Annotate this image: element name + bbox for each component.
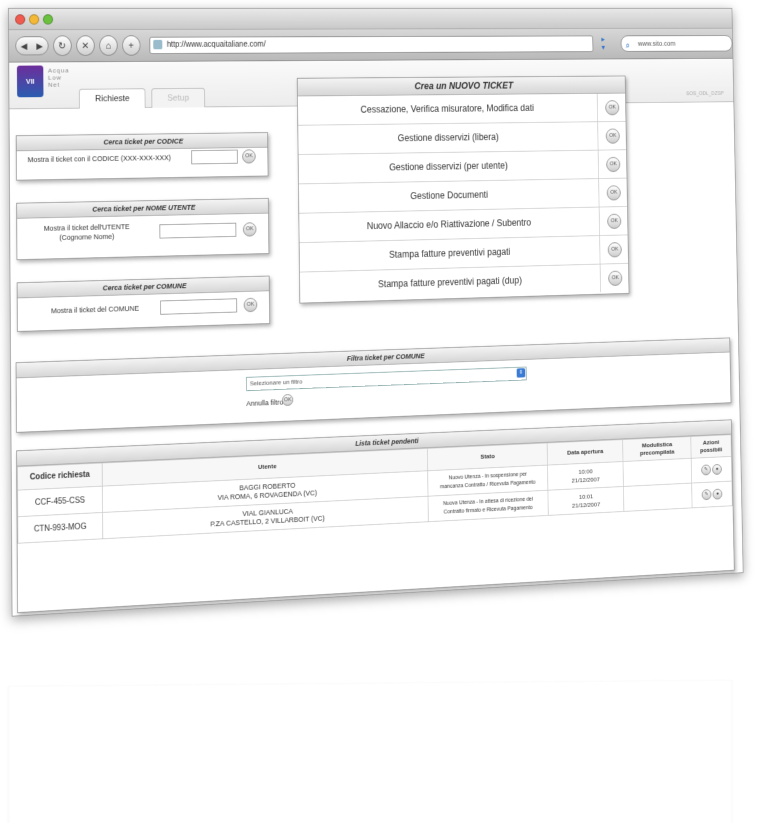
search-user-input[interactable] xyxy=(159,222,237,239)
browser-toolbar: ◀ ▶ ↻ ✕ ⌂ + http://www.acquaitaliane.com… xyxy=(8,28,733,63)
new-ticket-list: Cessazione, Verifica misuratore, Modific… xyxy=(297,93,629,301)
filter-select-value: Selezionare un filtro xyxy=(249,378,303,388)
home-icon[interactable]: ⌂ xyxy=(98,35,118,56)
search-code-label: Mostra il ticket con il CODICE (XXX-XXX-… xyxy=(27,153,171,164)
search-comune-ok-button[interactable]: OK xyxy=(243,297,258,313)
search-user-label: Mostra il ticket dell'UTENTE (Cognome No… xyxy=(33,222,141,243)
tab-richieste[interactable]: Richieste xyxy=(78,88,146,109)
new-ticket-item-ok-button[interactable]: OK xyxy=(605,100,620,116)
rss-icon[interactable]: ▸ ▾ xyxy=(601,36,609,52)
search-comune-input[interactable] xyxy=(160,298,238,315)
new-ticket-item-ok-button[interactable]: OK xyxy=(607,213,622,229)
back-icon[interactable]: ◀ xyxy=(16,37,32,54)
new-ticket-item-ok-button[interactable]: OK xyxy=(607,242,622,258)
browser-search-field[interactable]: ⌕ www.sito.com xyxy=(620,35,733,52)
reload-icon[interactable]: ↻ xyxy=(52,35,72,56)
ticket-forms xyxy=(623,458,692,487)
ticket-forms xyxy=(623,483,693,512)
ticket-actions: ✎ ● xyxy=(691,481,733,508)
search-user-title: Cerca ticket per NOME UTENTE xyxy=(16,198,269,219)
address-bar-text: http://www.acquaitaliane.com/ xyxy=(166,40,266,50)
new-ticket-item-ok-button[interactable]: OK xyxy=(606,185,621,201)
app-logo-caption: Acqua Low Net xyxy=(47,66,70,89)
back-forward-group: ◀ ▶ xyxy=(15,36,49,56)
filter-select[interactable]: Selezionare un filtro ⇕ xyxy=(246,366,527,392)
ticket-date: 10:01 21/12/2007 xyxy=(547,486,625,516)
version-label: SOS_ODL_DZSP xyxy=(686,91,724,97)
app-logo: VII xyxy=(16,65,44,98)
ticket-code: CTN-993-MOG xyxy=(17,512,103,544)
ticket-status: Nuova Utenza - In attesa di ricezione de… xyxy=(427,490,549,522)
forward-icon[interactable]: ▶ xyxy=(32,37,48,54)
zoom-window-button[interactable] xyxy=(42,14,54,25)
search-code-ok-button[interactable]: OK xyxy=(242,149,256,164)
add-bookmark-icon[interactable]: + xyxy=(121,35,141,56)
column-header: Azioni possibili xyxy=(690,434,732,459)
favicon-icon xyxy=(153,39,163,50)
search-user-ok-button[interactable]: OK xyxy=(242,222,257,237)
view-icon[interactable]: ● xyxy=(712,488,723,500)
new-ticket-item-ok-button[interactable]: OK xyxy=(605,128,620,144)
edit-icon[interactable]: ✎ xyxy=(701,464,711,476)
perspective-wrapper: ◀ ▶ ↻ ✕ ⌂ + http://www.acquaitaliane.com… xyxy=(8,8,744,617)
title-bar xyxy=(8,8,732,31)
new-ticket-item-ok-button[interactable]: OK xyxy=(608,270,623,287)
filter-panel: Filtra ticket per COMUNE Selezionare un … xyxy=(15,337,732,433)
search-user-panel: Cerca ticket per NOME UTENTE Mostra il t… xyxy=(16,197,270,261)
window-reflection xyxy=(8,679,733,823)
stage: ◀ ▶ ↻ ✕ ⌂ + http://www.acquaitaliane.com… xyxy=(0,0,778,823)
tab-setup[interactable]: Setup xyxy=(151,87,205,108)
filter-cancel-ok-button[interactable]: OK xyxy=(281,393,294,407)
new-ticket-title-bold: NUOVO TICKET xyxy=(448,80,514,92)
tickets-panel: Lista ticket pendenti Codice richiesta U… xyxy=(16,419,735,614)
new-ticket-item-label: Gestione disservizi (per utente) xyxy=(389,160,508,173)
search-code-title: Cerca ticket per CODICE xyxy=(16,132,268,152)
search-code-input[interactable] xyxy=(191,149,238,165)
new-ticket-item-label: Gestione disservizi (libera) xyxy=(397,131,499,144)
browser-window: ◀ ▶ ↻ ✕ ⌂ + http://www.acquaitaliane.com… xyxy=(8,8,744,617)
new-ticket-item-ok-button[interactable]: OK xyxy=(606,156,621,173)
search-comune-label: Mostra il ticket del COMUNE xyxy=(50,304,140,315)
new-ticket-item: Cessazione, Verifica misuratore, Modific… xyxy=(297,93,626,126)
search-comune-panel: Cerca ticket per COMUNE Mostra il ticket… xyxy=(16,275,271,332)
minimize-window-button[interactable] xyxy=(29,14,40,25)
search-comune-title: Cerca ticket per COMUNE xyxy=(17,276,269,299)
close-window-button[interactable] xyxy=(15,14,26,25)
new-ticket-item-label: Cessazione, Verifica misuratore, Modific… xyxy=(360,102,534,115)
view-icon[interactable]: ● xyxy=(712,463,722,475)
window-controls xyxy=(15,14,54,25)
browser-search-text: www.sito.com xyxy=(637,39,676,48)
edit-icon[interactable]: ✎ xyxy=(701,489,712,501)
search-engine-icon: ⌕ xyxy=(625,41,630,51)
ticket-actions: ✎ ● xyxy=(691,456,732,484)
new-ticket-title-prefix: Crea un xyxy=(414,80,449,92)
new-ticket-panel: Crea un NUOVO TICKET Cessazione, Verific… xyxy=(296,75,630,304)
address-bar[interactable]: http://www.acquaitaliane.com/ xyxy=(149,35,594,54)
stop-icon[interactable]: ✕ xyxy=(75,35,95,56)
select-arrow-icon: ⇕ xyxy=(516,368,526,378)
search-code-panel: Cerca ticket per CODICE Mostra il ticket… xyxy=(15,132,269,181)
ticket-date: 10:00 21/12/2007 xyxy=(547,461,624,491)
